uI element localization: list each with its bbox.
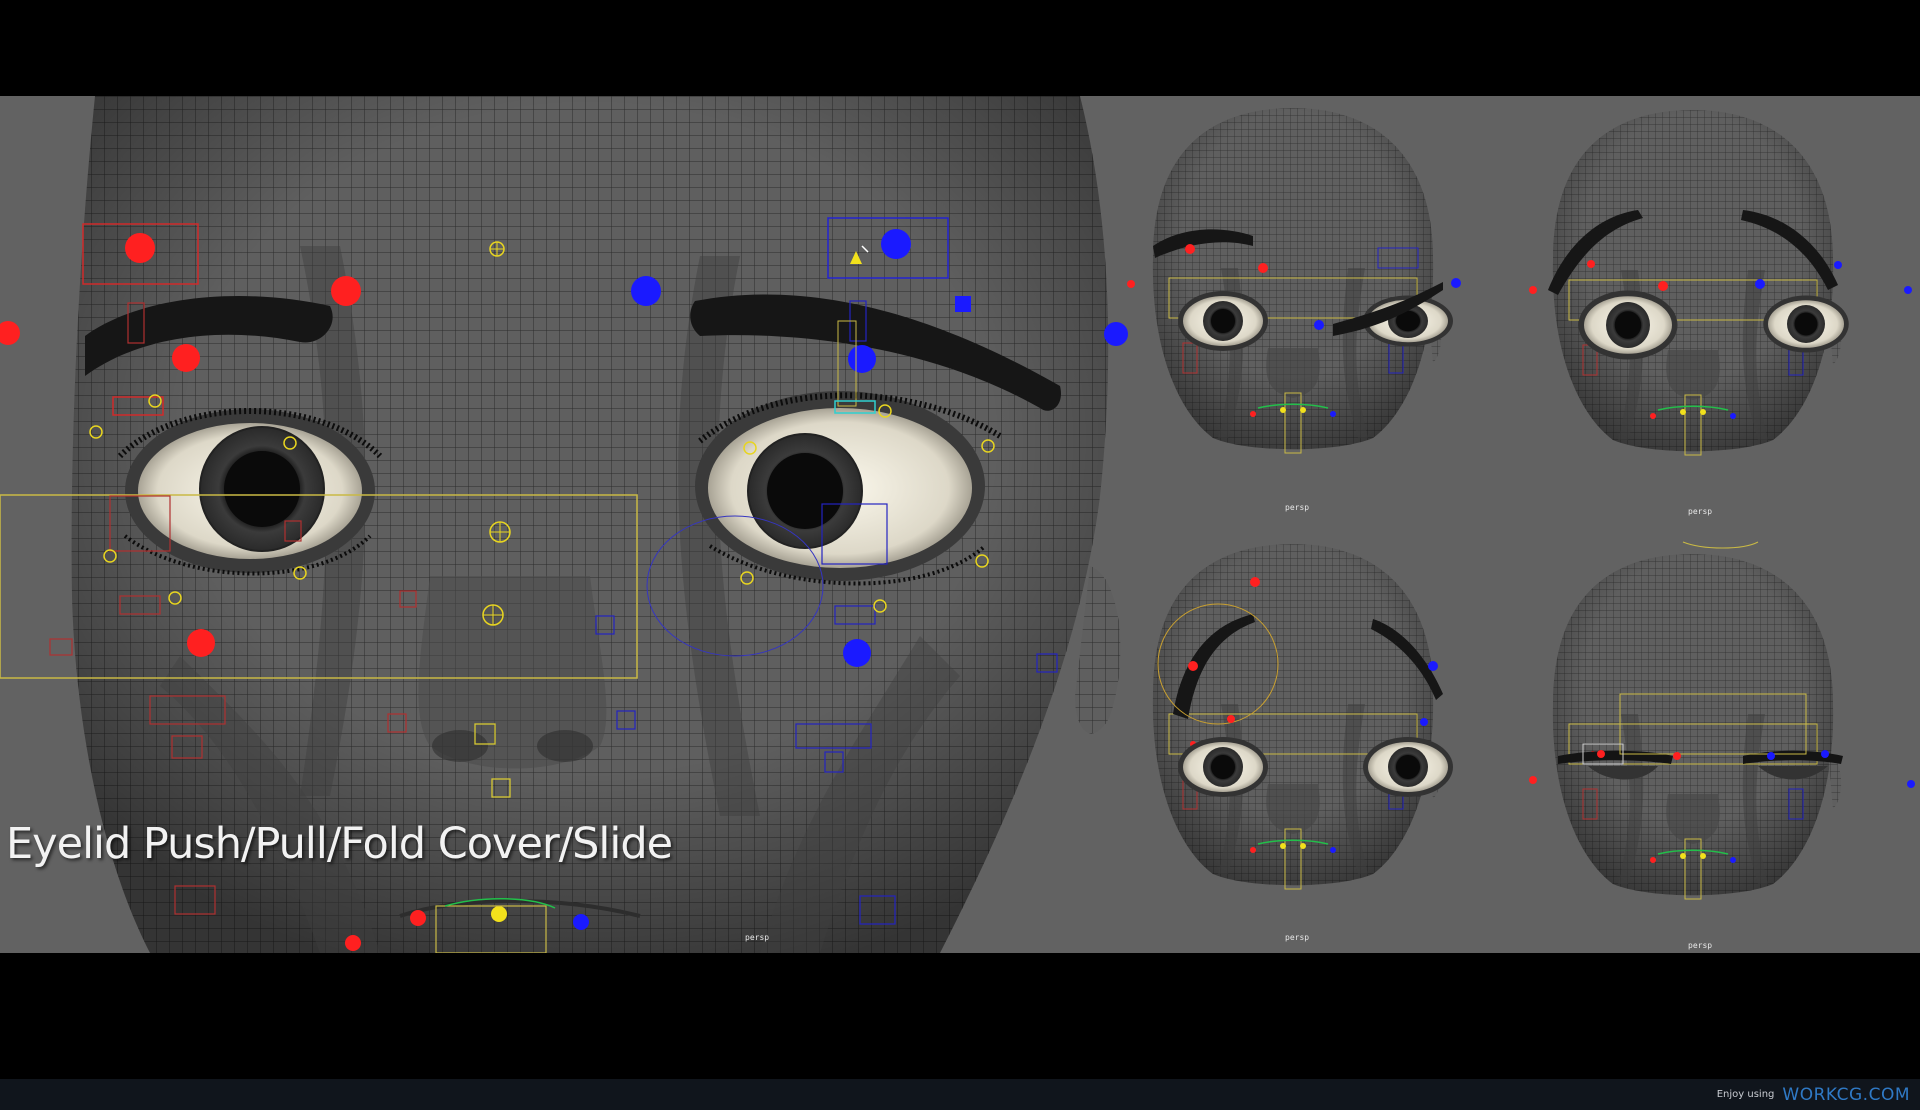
control-blue-dot bbox=[631, 276, 661, 306]
footer-brand-link[interactable]: WORKCG.COM bbox=[1782, 1085, 1910, 1105]
caption-title: Eyelid Push/Pull/Fold Cover/Slide bbox=[6, 819, 673, 869]
viewport-area[interactable]: persp persp persp persp persp Eyelid Pus… bbox=[0, 96, 1920, 953]
control-blue-dot bbox=[881, 229, 911, 259]
main-view-label: persp bbox=[745, 933, 769, 942]
control-blue-dot bbox=[843, 639, 871, 667]
control-red-dot bbox=[125, 233, 155, 263]
control-red-dot bbox=[331, 276, 361, 306]
thumb-view-2[interactable]: persp bbox=[1529, 109, 1912, 516]
control-blue-dot bbox=[848, 345, 876, 373]
thumb-view-4[interactable]: persp bbox=[1529, 541, 1915, 950]
control-red-dot bbox=[0, 321, 20, 345]
control-yellow-target bbox=[489, 521, 511, 543]
footer-bar: Enjoy using WORKCG.COM bbox=[0, 1079, 1920, 1110]
control-blue-dot bbox=[573, 914, 589, 930]
thumb-2-label: persp bbox=[1688, 507, 1712, 516]
letterbox-bottom bbox=[0, 953, 1920, 1079]
control-yellow-target bbox=[482, 604, 504, 626]
control-red-dot bbox=[410, 910, 426, 926]
control-red-dot bbox=[172, 344, 200, 372]
control-yellow-target bbox=[489, 241, 505, 257]
letterbox-top bbox=[0, 0, 1920, 96]
control-red-dot bbox=[187, 629, 215, 657]
thumb-view-3[interactable]: persp bbox=[1152, 543, 1453, 942]
control-red-dot bbox=[345, 935, 361, 951]
footer-prefix: Enjoy using bbox=[1716, 1089, 1775, 1100]
control-blue-dot bbox=[1104, 322, 1128, 346]
thumb-4-label: persp bbox=[1688, 941, 1712, 950]
thumb-view-1[interactable]: persp bbox=[1127, 107, 1461, 512]
thumbnail-grid[interactable]: persp persp persp persp bbox=[1127, 107, 1915, 950]
thumb-3-label: persp bbox=[1285, 933, 1309, 942]
thumb-1-label: persp bbox=[1285, 503, 1309, 512]
